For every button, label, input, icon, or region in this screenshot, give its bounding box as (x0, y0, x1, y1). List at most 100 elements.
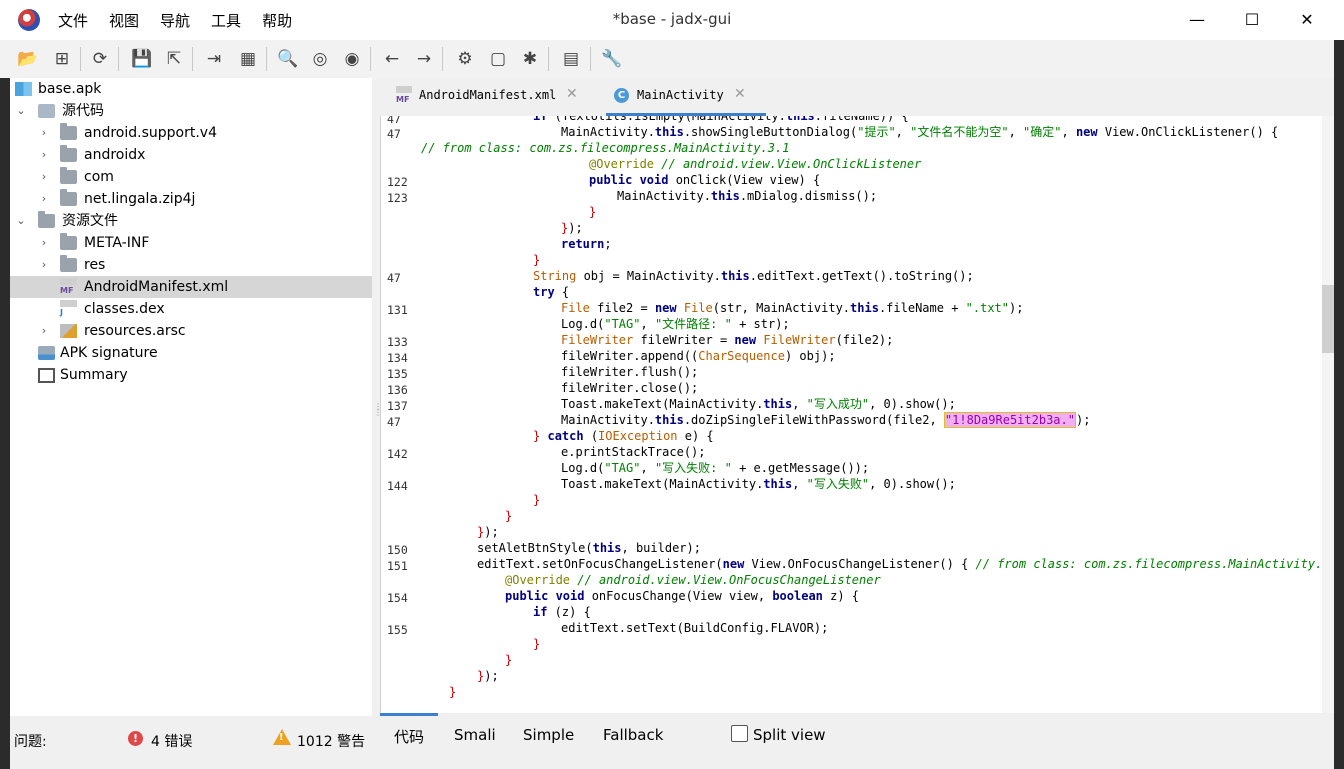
tree-node-label: AndroidManifest.xml (84, 279, 229, 295)
tree-node-zip4j[interactable]: › net.lingala.zip4j (10, 188, 372, 210)
issues-label: 问题: (14, 734, 47, 750)
debugger-icon[interactable]: ✱ (517, 46, 543, 72)
tree-node-summary[interactable]: Summary (10, 364, 372, 386)
close-tab-icon[interactable]: ✕ (566, 86, 578, 102)
add-files-icon[interactable]: ⊞ (49, 46, 75, 72)
menu-view[interactable]: 视图 (109, 10, 139, 31)
code-view-tabs: 代码 Smali Simple Fallback Split view (380, 713, 1334, 757)
tab-simple[interactable]: Simple (523, 726, 574, 744)
divider-grip-icon[interactable]: ⋮ ⋮ (374, 403, 382, 417)
tree-node-label: Summary (60, 367, 128, 383)
warning-icon: ! (273, 729, 291, 745)
warning-count[interactable]: 1012 警告 (297, 731, 365, 751)
tree-node-apk-signature[interactable]: APK signature (10, 342, 372, 364)
tree-node-com[interactable]: › com (10, 166, 372, 188)
chevron-right-icon[interactable]: › (37, 122, 51, 144)
tree-node-label: META-INF (84, 235, 150, 251)
tree-node-source[interactable]: ⌄ 源代码 (10, 100, 372, 122)
back-icon[interactable]: ← (379, 46, 405, 72)
tree-node-android-support[interactable]: › android.support.v4 (10, 122, 372, 144)
folder-icon (38, 211, 55, 228)
chevron-right-icon[interactable]: › (37, 320, 51, 342)
search-text-icon[interactable]: 🔍 (275, 46, 301, 72)
tree-node-manifest[interactable]: MF AndroidManifest.xml (10, 276, 372, 298)
vertical-scrollbar[interactable] (1322, 116, 1334, 713)
chevron-down-icon[interactable]: ⌄ (14, 210, 28, 232)
maximize-icon[interactable]: ☐ (1229, 6, 1275, 34)
chevron-down-icon[interactable]: ⌄ (14, 100, 28, 122)
title-bar: 文件 视图 导航 工具 帮助 *base - jadx-gui — ☐ ✕ (0, 0, 1344, 40)
tree-node-label: 源代码 (62, 103, 104, 119)
usage-search-icon[interactable]: ◉ (339, 46, 365, 72)
preferences-wrench-icon[interactable]: 🔧 (599, 46, 625, 72)
tree-node-apk[interactable]: base.apk (10, 78, 372, 100)
signature-icon (38, 346, 55, 360)
search-class-icon[interactable]: ◎ (307, 46, 333, 72)
summary-icon (38, 368, 55, 383)
project-tree: base.apk ⌄ 源代码 › android.support.v4 › an… (10, 78, 372, 716)
active-tab-indicator (380, 713, 438, 716)
chevron-right-icon[interactable]: › (37, 232, 51, 254)
tree-node-label: com (84, 169, 114, 185)
tree-node-classes-dex[interactable]: J classes.dex (10, 298, 372, 320)
tree-node-resources-arsc[interactable]: › resources.arsc (10, 320, 372, 342)
manifest-icon: MF (60, 278, 77, 296)
folder-icon (60, 145, 77, 162)
log-icon[interactable]: ▤ (558, 46, 584, 72)
background-edge-left (0, 78, 10, 769)
tree-node-meta-inf[interactable]: › META-INF (10, 232, 372, 254)
tree-node-label: androidx (84, 147, 146, 163)
package-icon (38, 104, 55, 118)
export-icon[interactable]: ⇱ (161, 46, 187, 72)
dex-icon: J (60, 300, 77, 318)
tab-label: MainActivity (637, 88, 724, 102)
tree-node-resources[interactable]: ⌄ 资源文件 (10, 210, 372, 232)
chevron-right-icon[interactable]: › (37, 188, 51, 210)
flatten-packages-icon[interactable]: ▦ (235, 46, 261, 72)
chevron-right-icon[interactable]: › (37, 166, 51, 188)
reload-icon[interactable]: ⟳ (87, 46, 113, 72)
editor-tabs: MF AndroidManifest.xml ✕ C MainActivity … (380, 78, 1334, 116)
tab-label: AndroidManifest.xml (419, 88, 557, 102)
sync-tree-icon[interactable]: ⇥ (201, 46, 227, 72)
folder-icon (60, 189, 77, 206)
menu-tools[interactable]: 工具 (211, 10, 241, 31)
tree-node-label: base.apk (38, 81, 102, 97)
error-count[interactable]: 4 错误 (151, 731, 192, 751)
minimize-icon[interactable]: — (1174, 6, 1220, 34)
forward-icon[interactable]: → (411, 46, 437, 72)
line-number-gutter: 47 47 122 123 47 131 133 134 135 136 137… (387, 116, 408, 637)
menu-help[interactable]: 帮助 (262, 10, 292, 31)
password-string-highlight: "1!8Da9Re5it2b3a." (943, 412, 1076, 428)
tree-node-label: android.support.v4 (84, 125, 217, 141)
open-file-icon[interactable]: 📂 (15, 46, 41, 72)
tab-code[interactable]: 代码 (394, 726, 424, 747)
apk-icon (15, 82, 32, 96)
close-icon[interactable]: ✕ (1284, 6, 1330, 34)
code-editor[interactable]: 47 47 122 123 47 131 133 134 135 136 137… (380, 116, 1323, 713)
split-pane-divider[interactable] (372, 78, 380, 716)
save-icon[interactable]: 💾 (129, 46, 155, 72)
chevron-right-icon[interactable]: › (37, 254, 51, 276)
menu-file[interactable]: 文件 (58, 10, 88, 31)
toolbar: 📂 ⊞ ⟳ 💾 ⇱ ⇥ ▦ 🔍 ◎ ◉ ← → ⚙ ▢ ✱ ▤ 🔧 (0, 40, 1344, 78)
split-view-checkbox[interactable] (731, 725, 748, 742)
deobfuscation-icon[interactable]: ⚙ (452, 46, 478, 72)
chevron-right-icon[interactable]: › (37, 144, 51, 166)
tab-main-activity[interactable]: C MainActivity ✕ (606, 78, 766, 116)
menu-navigate[interactable]: 导航 (160, 10, 190, 31)
folder-icon (60, 233, 77, 250)
log-viewer-icon[interactable]: ▢ (485, 46, 511, 72)
close-tab-icon[interactable]: ✕ (734, 86, 746, 102)
jadx-window: 文件 视图 导航 工具 帮助 *base - jadx-gui — ☐ ✕ 📂 … (0, 0, 1344, 769)
error-icon: ! (128, 731, 143, 746)
tab-smali[interactable]: Smali (454, 726, 496, 744)
scrollbar-thumb[interactable] (1322, 285, 1334, 353)
tree-node-androidx[interactable]: › androidx (10, 144, 372, 166)
tree-node-label: net.lingala.zip4j (84, 191, 196, 207)
tab-fallback[interactable]: Fallback (603, 726, 663, 744)
tree-node-res[interactable]: › res (10, 254, 372, 276)
tree-node-label: 资源文件 (62, 213, 118, 229)
jadx-logo-icon (18, 9, 40, 31)
tab-android-manifest[interactable]: MF AndroidManifest.xml ✕ (392, 78, 588, 116)
